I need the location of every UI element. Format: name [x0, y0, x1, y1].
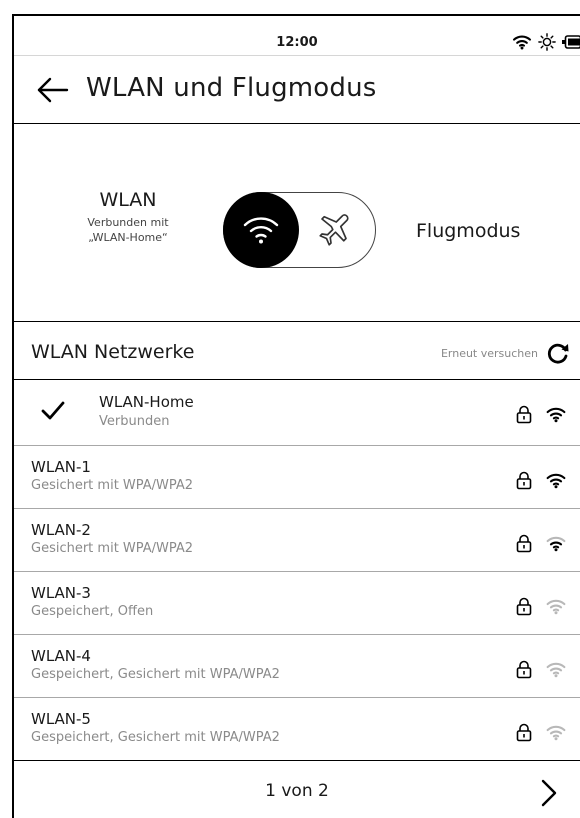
chevron-right-icon — [541, 779, 557, 807]
lock-icon — [514, 533, 534, 557]
network-row[interactable]: WLAN-4 Gespeichert, Gesichert mit WPA/WPA… — [14, 635, 580, 698]
wifi-signal-icon — [546, 472, 566, 493]
refresh-icon — [547, 343, 569, 364]
mode-section: WLAN Verbunden mit „WLAN-Home“ Flugmodus — [14, 124, 580, 322]
airplane-icon — [316, 213, 352, 253]
wifi-signal-icon — [546, 406, 566, 427]
lock-icon — [514, 722, 534, 746]
network-icons — [514, 404, 566, 428]
retry-label: Erneut versuchen — [440, 346, 538, 360]
wifi-icon — [243, 217, 279, 244]
wlan-connected-line2: „WLAN-Home“ — [88, 231, 168, 244]
network-row[interactable]: WLAN-1 Gesichert mit WPA/WPA2 — [14, 446, 580, 509]
network-row[interactable]: WLAN-Home Verbunden — [14, 380, 580, 446]
wifi-signal-icon — [546, 724, 566, 745]
back-arrow-icon — [37, 77, 69, 103]
networks-header: WLAN Netzwerke Erneut versuchen — [14, 322, 580, 380]
network-row[interactable]: WLAN-3 Gespeichert, Offen — [14, 572, 580, 635]
network-status: Gesichert mit WPA/WPA2 — [31, 478, 194, 493]
clock: 12:00 — [276, 35, 318, 50]
network-status: Gespeichert, Gesichert mit WPA/WPA2 — [31, 730, 280, 745]
lock-icon — [514, 596, 534, 620]
network-name: WLAN-3 — [31, 584, 91, 602]
battery-icon — [562, 35, 580, 49]
status-icons — [512, 33, 580, 51]
network-status: Gesichert mit WPA/WPA2 — [31, 541, 194, 556]
wifi-signal-icon — [546, 661, 566, 682]
wlan-airplane-toggle[interactable] — [223, 192, 376, 268]
status-bar: 12:00 — [14, 16, 580, 56]
lock-icon — [514, 404, 534, 428]
page-header: WLAN und Flugmodus — [14, 57, 580, 124]
wlan-mode-option[interactable]: WLAN Verbunden mit „WLAN-Home“ — [48, 189, 208, 245]
wlan-mode-label: WLAN — [99, 189, 157, 211]
network-name: WLAN-Home — [99, 393, 194, 411]
network-status: Gespeichert, Offen — [31, 604, 154, 619]
network-row[interactable]: WLAN-5 Gespeichert, Gesichert mit WPA/WPA… — [14, 698, 580, 761]
pagination-bar: 1 von 2 — [14, 764, 580, 818]
network-list: WLAN-Home Verbunden WLAN-1 Gesichert mit WP… — [14, 380, 580, 761]
network-icons — [514, 533, 566, 557]
airplane-mode-label[interactable]: Flugmodus — [416, 220, 520, 242]
checkmark-icon — [40, 400, 66, 426]
network-icons — [514, 596, 566, 620]
page-indicator: 1 von 2 — [265, 781, 329, 801]
network-name: WLAN-5 — [31, 710, 91, 728]
next-page-button[interactable] — [534, 776, 564, 810]
network-name: WLAN-2 — [31, 521, 91, 539]
network-icons — [514, 722, 566, 746]
wifi-signal-icon — [546, 535, 566, 556]
network-name: WLAN-4 — [31, 647, 91, 665]
network-name: WLAN-1 — [31, 458, 91, 476]
page-title: WLAN und Flugmodus — [86, 73, 377, 103]
network-status: Gespeichert, Gesichert mit WPA/WPA2 — [31, 667, 280, 682]
brightness-icon — [538, 33, 556, 51]
toggle-knob — [223, 192, 299, 268]
lock-icon — [514, 470, 534, 494]
network-status: Verbunden — [99, 414, 170, 429]
wlan-connected-line1: Verbunden mit — [87, 216, 169, 229]
network-icons — [514, 659, 566, 683]
lock-icon — [514, 659, 534, 683]
wifi-status-icon — [512, 34, 532, 50]
back-button[interactable] — [36, 75, 70, 105]
wifi-signal-icon — [546, 598, 566, 619]
networks-title: WLAN Netzwerke — [31, 341, 195, 363]
device-screen: 12:00 WLAN und Flugmodus WLAN Verbunden … — [12, 14, 580, 818]
network-icons — [514, 470, 566, 494]
network-row[interactable]: WLAN-2 Gesichert mit WPA/WPA2 — [14, 509, 580, 572]
retry-button[interactable]: Erneut versuchen — [441, 342, 570, 364]
